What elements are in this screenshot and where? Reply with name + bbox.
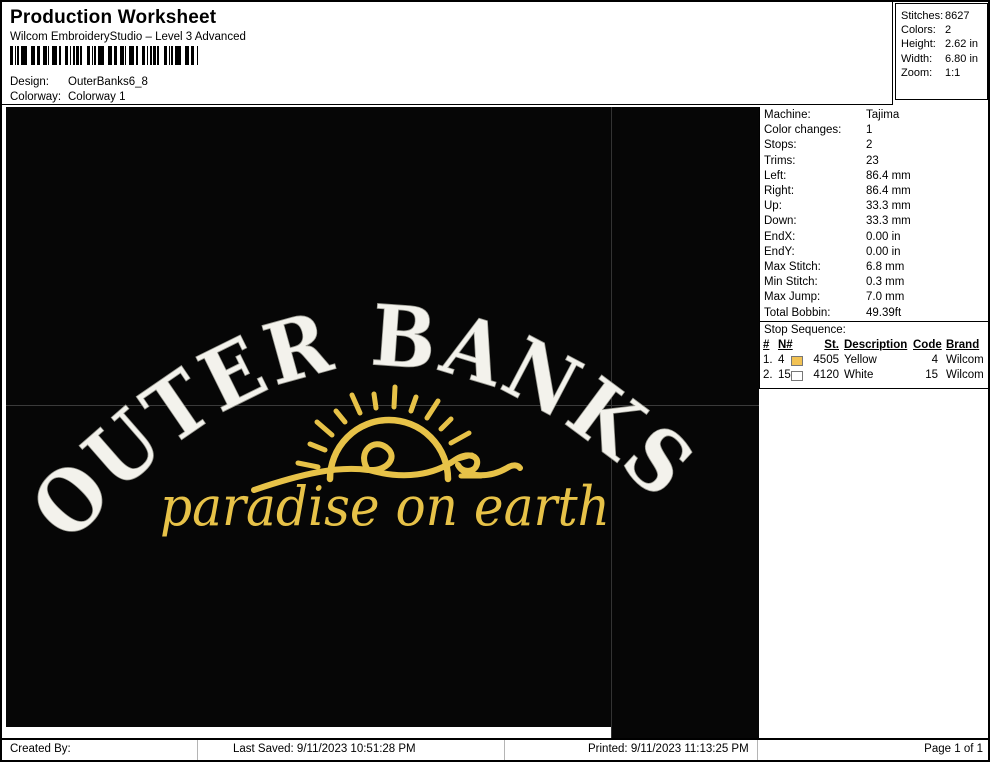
info-row: Up: 33.3 mm xyxy=(764,200,911,213)
printed-text: Printed: 9/11/2023 11:13:25 PM xyxy=(588,743,749,755)
info-row: Machine: Tajima xyxy=(764,109,900,121)
info-row: Right: 86.4 mm xyxy=(764,185,911,198)
app-subtitle: Wilcom EmbroideryStudio – Level 3 Advanc… xyxy=(10,31,246,43)
design-row: Design: OuterBanks6_8 xyxy=(10,76,148,88)
embroidery-design: OUTER BANKS paradise on earth xyxy=(12,285,711,559)
info-row: Max Stitch: 6.8 mm xyxy=(764,261,905,274)
col-st: St. xyxy=(824,339,839,351)
thread-swatch-white xyxy=(791,371,803,381)
colorway-row: Colorway: Colorway 1 xyxy=(10,91,126,103)
production-worksheet-page: Production Worksheet Wilcom EmbroiderySt… xyxy=(0,0,990,762)
footer-separator xyxy=(757,740,758,760)
stop-sequence-title: Stop Sequence: xyxy=(764,324,846,336)
created-by-label: Created By: xyxy=(10,743,71,755)
info-row: Stops: 2 xyxy=(764,139,873,152)
info-row: EndX: 0.00 in xyxy=(764,230,901,243)
stat-colors: Colors: 2 xyxy=(901,24,952,37)
header-box: Production Worksheet Wilcom EmbroiderySt… xyxy=(2,2,893,105)
colorway-value: Colorway 1 xyxy=(68,91,126,103)
last-saved-text: Last Saved: 9/11/2023 10:51:28 PM xyxy=(233,743,416,755)
info-row: Left: 86.4 mm xyxy=(764,169,911,182)
info-row: Total Bobbin: 49.39ft xyxy=(764,306,902,319)
col-brand: Brand xyxy=(946,339,980,351)
panel-divider xyxy=(760,321,988,322)
col-code: Code xyxy=(913,339,942,351)
stop-sequence-header: # N# St. Description Code Brand xyxy=(760,339,988,353)
machine-info-rows: Machine: Tajima Color changes: 1 Stops: 2 T… xyxy=(760,108,988,321)
script-text: paradise on earth xyxy=(160,475,610,538)
design-label: Design: xyxy=(10,76,49,88)
info-row: Trims: 23 xyxy=(764,154,879,167)
footer-bar: Created By: Last Saved: 9/11/2023 10:51:… xyxy=(2,738,988,760)
stop-sequence-row: 2. 15 4120 White 15 Wilcom xyxy=(763,369,984,381)
design-barcode xyxy=(10,46,198,65)
stat-stitches: Stitches: 8627 xyxy=(901,10,970,22)
info-row: Down: 33.3 mm xyxy=(764,215,911,228)
thread-swatch-yellow xyxy=(791,356,803,366)
col-num: # xyxy=(763,339,770,351)
summary-stats-box: Stitches: 8627 Colors: 2 Height: 2.62 in Wi… xyxy=(895,3,988,100)
footer-separator xyxy=(197,740,198,760)
design-value: OuterBanks6_8 xyxy=(68,76,148,88)
col-description: Description xyxy=(844,339,908,351)
info-row: Color changes: 1 xyxy=(764,124,873,137)
stop-sequence-row: 1. 4 4505 Yellow 4 Wilcom xyxy=(763,354,984,366)
page-title: Production Worksheet xyxy=(10,7,217,28)
stat-height: Height: 2.62 in xyxy=(901,38,979,51)
info-row: EndY: 0.00 in xyxy=(764,245,901,258)
page-number: Page 1 of 1 xyxy=(924,743,983,755)
machine-info-panel: Machine: Tajima Color changes: 1 Stops: 2 T… xyxy=(759,107,988,389)
info-row: Max Jump: 7.0 mm xyxy=(764,291,905,304)
stat-width: Width: 6.80 in xyxy=(901,52,979,65)
colorway-label: Colorway: xyxy=(10,91,62,103)
info-row: Min Stitch: 0.3 mm xyxy=(764,276,905,289)
stat-zoom: Zoom: 1:1 xyxy=(901,66,961,79)
footer-separator xyxy=(504,740,505,760)
